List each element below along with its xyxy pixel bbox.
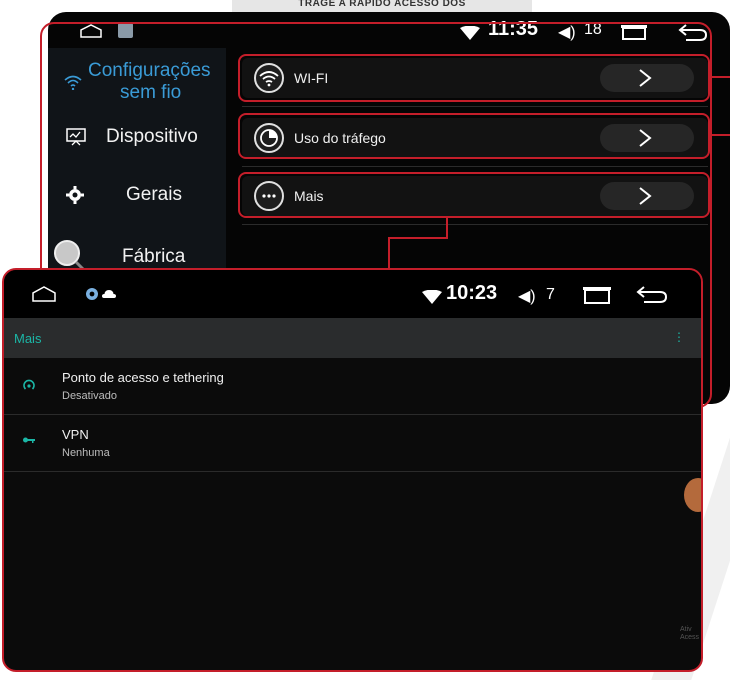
top-banner: TRAGE A RÁPIDO ACESSO DOS <box>232 0 532 12</box>
settings-gear-icon[interactable] <box>84 286 100 302</box>
callout-connector <box>388 237 448 239</box>
page-title: Mais <box>14 331 42 346</box>
callout-connector <box>388 237 390 269</box>
list-item-hotspot[interactable]: Ponto de acesso e tethering Desativado <box>4 358 701 415</box>
watermark-line: Acess <box>680 634 700 641</box>
front-status-bar: 10:23 ◀) 7 <box>4 270 701 318</box>
volume-icon[interactable]: ◀) <box>518 286 536 306</box>
key-icon <box>23 437 35 443</box>
list-item-subtitle: Nenhuma <box>62 447 110 459</box>
callout-connector <box>446 218 448 238</box>
floating-button[interactable] <box>684 478 701 512</box>
volume-level: 7 <box>546 286 555 303</box>
wifi-status-icon <box>422 290 442 304</box>
front-title-bar: Mais ⋮ <box>4 318 701 358</box>
callout-line <box>710 134 730 136</box>
overflow-menu-icon[interactable]: ⋮ <box>673 330 685 344</box>
hotspot-icon <box>23 379 35 390</box>
back-icon[interactable] <box>636 284 668 304</box>
list-item-subtitle: Desativado <box>62 390 118 402</box>
status-time: 10:23 <box>446 282 498 304</box>
activation-watermark: Ativ Acess <box>680 626 699 642</box>
list-item-title: VPN <box>62 427 89 442</box>
callout-line <box>710 76 730 78</box>
highlight-wifi-row <box>238 54 710 102</box>
recent-apps-icon[interactable] <box>582 286 612 304</box>
front-screen: 10:23 ◀) 7 Mais ⋮ Ponto de acesso e teth… <box>2 268 703 672</box>
watermark-line: Ativ <box>680 626 692 633</box>
highlight-more-row <box>238 172 710 218</box>
highlight-data-usage-row <box>238 113 710 159</box>
cloud-icon <box>102 290 116 298</box>
list-item-title: Ponto de acesso e tethering <box>62 370 224 385</box>
home-icon[interactable] <box>32 286 56 302</box>
list-item-vpn[interactable]: VPN Nenhuma <box>4 415 701 472</box>
